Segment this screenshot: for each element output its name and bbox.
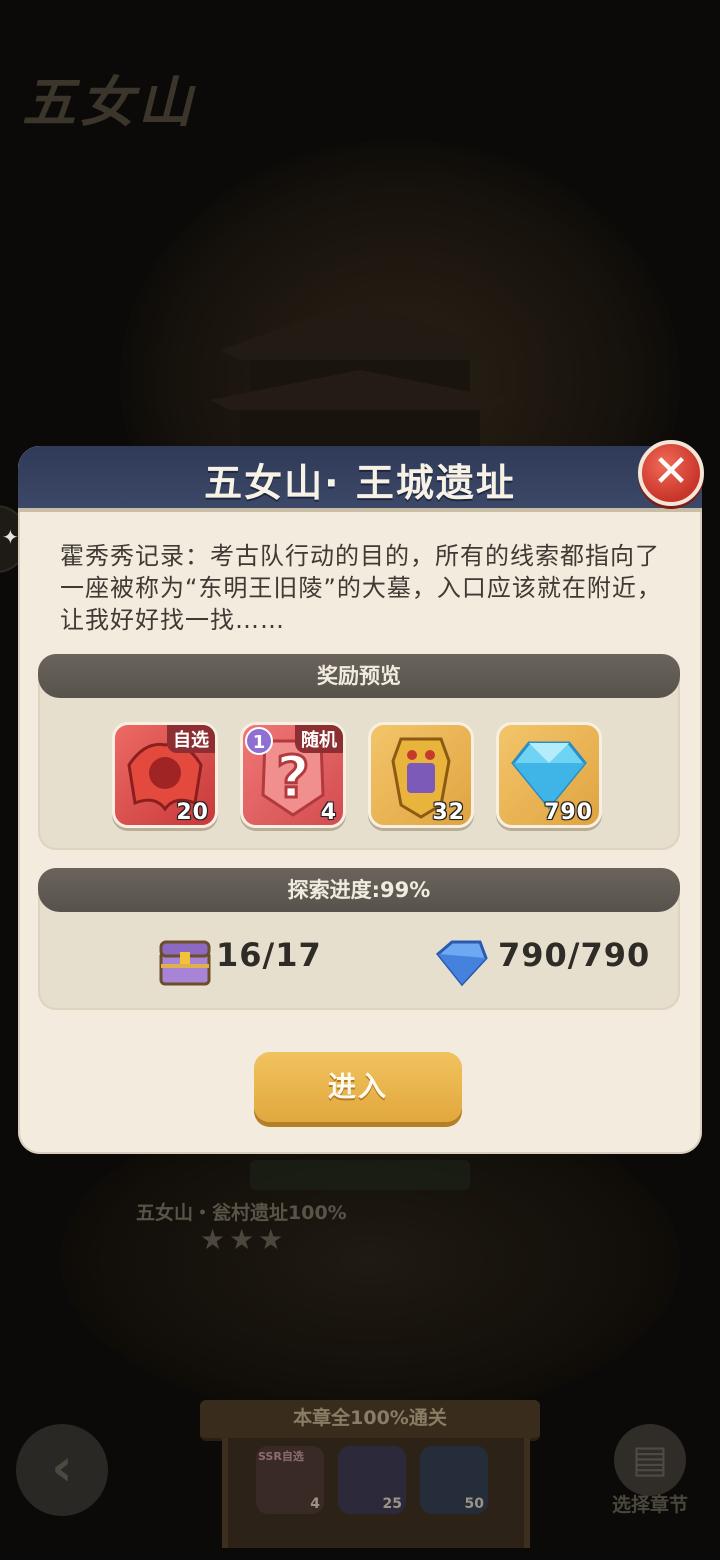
- exploration-progress-row: 16/17 790/790: [38, 930, 680, 990]
- chapter-board-body: SSR自选 4 25 50: [222, 1438, 530, 1548]
- stage-stars: ★ ★ ★: [200, 1226, 283, 1254]
- back-arrow-icon: ‹: [51, 1438, 73, 1498]
- temple-silhouette: [210, 300, 510, 450]
- reward-item[interactable]: 32: [368, 722, 474, 828]
- close-button[interactable]: ✕: [638, 440, 704, 506]
- reward-item[interactable]: 790: [496, 722, 602, 828]
- reward-count: 20: [176, 800, 209, 825]
- star-icon: ★: [258, 1223, 284, 1256]
- stage-description: 霍秀秀记录：考古队行动的目的，所有的线索都指向了一座被称为“东明王旧陵”的大墓，…: [60, 542, 662, 634]
- stage-dialog: 五女山· 王城遗址 霍秀秀记录：考古队行动的目的，所有的线索都指向了一座被称为“…: [18, 446, 702, 1154]
- scene-title: 五女山: [22, 71, 196, 134]
- dialog-header: 五女山· 王城遗址: [18, 446, 702, 512]
- shovel-icon[interactable]: 25: [338, 1446, 406, 1514]
- chapter-select-button[interactable]: ▤ 选择章节: [600, 1424, 700, 1524]
- ssr-emblem-icon[interactable]: SSR自选 4: [256, 1446, 324, 1514]
- chapter-board-title: 本章全100%通关: [200, 1400, 540, 1441]
- chapter-item-tag: SSR自选: [258, 1450, 304, 1463]
- reward-tag: 自选: [167, 725, 215, 753]
- back-button[interactable]: ‹: [16, 1424, 108, 1516]
- chapter-book-icon: ▤: [614, 1424, 686, 1496]
- reward-item[interactable]: ? 1 随机 4: [240, 722, 346, 828]
- reward-count: 4: [320, 800, 337, 825]
- chapter-item-count: 25: [382, 1496, 402, 1512]
- rewards-panel: 奖励预览 自选 20 ? 1 随机 4 32 790: [38, 654, 680, 850]
- stage-label: 五女山・瓮村遗址100%: [136, 1202, 347, 1224]
- hourglass-icon[interactable]: 50: [420, 1446, 488, 1514]
- chapter-item-count: 50: [464, 1496, 484, 1512]
- exploration-panel: 探索进度:99% 16/17 790/790: [38, 868, 680, 1010]
- reward-tag: 随机: [295, 725, 343, 753]
- stage-marker[interactable]: [250, 1160, 470, 1190]
- chapter-item-count: 4: [310, 1496, 320, 1512]
- enter-button[interactable]: 进入: [254, 1052, 462, 1122]
- diamond-icon: [435, 940, 488, 987]
- reward-count: 790: [544, 800, 593, 825]
- reward-count: 32: [432, 800, 465, 825]
- chapter-select-label: 选择章节: [611, 1494, 688, 1516]
- chapter-reward-board[interactable]: 本章全100%通关 SSR自选 4 25 50: [200, 1400, 540, 1560]
- rewards-header: 奖励预览: [38, 654, 680, 698]
- dialog-title: 五女山· 王城遗址: [204, 461, 516, 505]
- reward-badge: 1: [245, 727, 273, 755]
- reward-item[interactable]: 自选 20: [112, 722, 218, 828]
- chests-progress-value: 16/17: [216, 936, 322, 974]
- exploration-progress-header: 探索进度:99%: [38, 868, 680, 912]
- svg-text:?: ?: [276, 743, 310, 811]
- diamonds-progress-value: 790/790: [498, 936, 651, 974]
- star-icon: ★: [200, 1223, 226, 1256]
- close-icon: ✕: [652, 446, 690, 497]
- treasure-chest-icon: [159, 940, 211, 986]
- star-icon: ★: [229, 1223, 255, 1256]
